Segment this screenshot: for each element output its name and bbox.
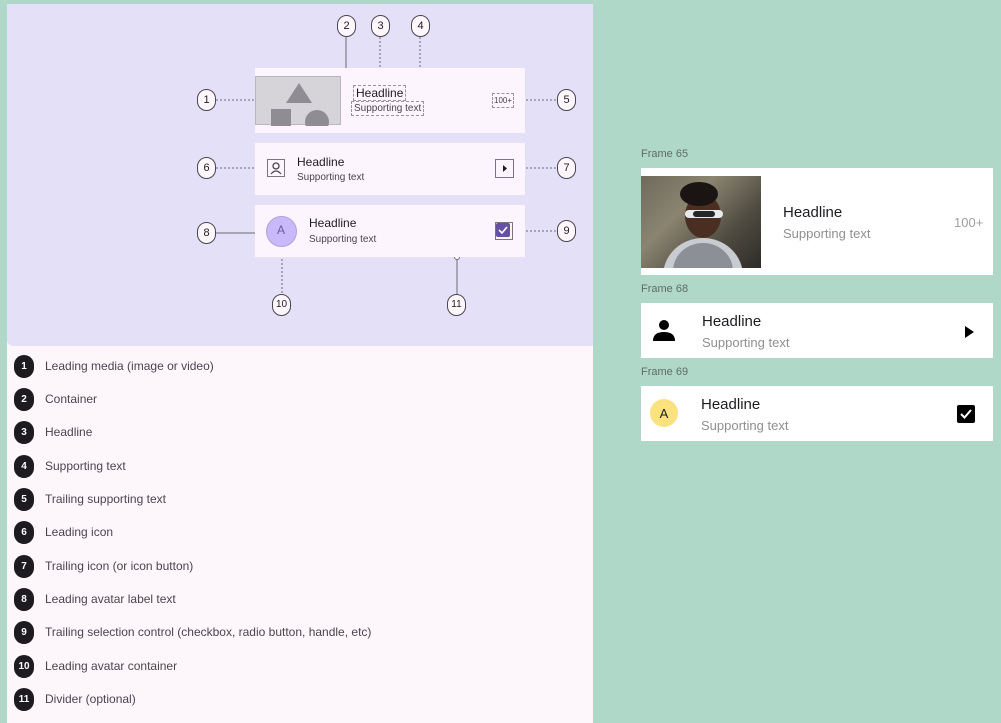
list-headline: Headline [701,396,761,413]
spec-trailing-text: 100+ [492,93,515,108]
legend-item: 9 Trailing selection control (checkbox, r… [14,620,371,644]
legend-label: Trailing supporting text [45,492,166,506]
person-icon [267,159,285,177]
list-headline: Headline [783,204,843,221]
list-item-avatar[interactable]: A Headline Supporting text [641,386,993,441]
legend-number: 1 [14,354,34,378]
avatar-container: A [650,399,678,427]
spec-supporting-text: Supporting text [351,101,425,116]
leading-media-image [641,176,761,268]
legend-number: 2 [14,387,34,411]
spec-list-item-icon: Headline Supporting text [255,143,525,195]
legend-label: Trailing icon (or icon button) [45,559,194,573]
legend-item: 7 Trailing icon (or icon button) [14,554,193,578]
list-item-icon[interactable]: Headline Supporting text [641,303,993,358]
legend-item: 5 Trailing supporting text [14,487,166,511]
person-icon [653,319,675,341]
legend-label: Headline [45,425,93,439]
callout-2: 2 [337,15,356,37]
legend-item: 11 Divider (optional) [14,687,136,711]
spec-supporting-text: Supporting text [309,234,377,245]
legend-number: 5 [14,487,34,511]
portrait-photo [663,182,743,268]
callout-6: 6 [197,157,216,179]
legend-label: Trailing selection control (checkbox, ra… [45,625,372,639]
legend-item: 4 Supporting text [14,454,126,478]
media-shapes-icon [271,83,329,126]
anatomy-diagram: Headline Supporting text 100+ Headline S… [7,4,593,346]
spec-supporting-text: Supporting text [297,172,365,183]
avatar-label: A [277,223,286,237]
legend-number: 3 [14,420,34,444]
legend-number: 8 [14,587,34,611]
legend-item: 8 Leading avatar label text [14,587,176,611]
list-headline: Headline [702,313,762,330]
callout-7: 7 [557,157,576,179]
spec-headline: Headline [353,85,407,101]
legend-item: 6 Leading icon [14,520,113,544]
callout-11: 11 [447,294,466,316]
callout-10: 10 [272,294,291,316]
frame-label: Frame 68 [641,283,689,295]
legend-label: Leading avatar label text [45,592,176,606]
trailing-supporting-text: 100+ [954,215,984,230]
leading-media-placeholder [255,76,341,126]
spec-headline: Headline [309,216,357,230]
legend-label: Divider (optional) [45,692,136,706]
legend-label: Container [45,392,98,406]
spec-list-item-media: Headline Supporting text 100+ [255,68,525,133]
callout-8: 8 [197,222,216,244]
play-arrow-icon[interactable] [965,325,975,338]
callout-9: 9 [557,220,576,242]
legend-number: 10 [14,654,34,678]
list-supporting-text: Supporting text [702,335,790,350]
spec-panel: Headline Supporting text 100+ Headline S… [7,4,593,723]
list-supporting-text: Supporting text [783,226,871,241]
frame-label: Frame 69 [641,366,689,378]
spec-headline: Headline [297,155,345,169]
play-arrow-icon [495,159,514,178]
legend-item: 3 Headline [14,420,92,444]
legend-number: 4 [14,454,34,478]
checkbox-checked-icon [495,222,513,240]
callout-5: 5 [557,89,576,111]
legend-label: Leading icon [45,525,114,539]
legend-label: Leading media (image or video) [45,359,214,373]
spec-list-item-avatar: A Headline Supporting text [255,205,525,257]
legend-label: Leading avatar container [45,659,178,673]
legend-number: 11 [14,687,34,711]
callout-3: 3 [371,15,390,37]
legend-number: 9 [14,620,34,644]
list-supporting-text: Supporting text [701,418,789,433]
checkbox-checked-icon[interactable] [957,405,975,423]
legend-item: 1 Leading media (image or video) [14,354,214,378]
legend-number: 6 [14,520,34,544]
legend-item: 2 Container [14,387,97,411]
callout-1: 1 [197,89,216,111]
avatar-label: A [659,405,669,421]
legend-number: 7 [14,554,34,578]
legend-item: 10 Leading avatar container [14,654,177,678]
frame-label: Frame 65 [641,148,689,160]
legend-label: Supporting text [45,459,126,473]
callout-4: 4 [411,15,430,37]
list-item-media[interactable]: Headline Supporting text 100+ [641,168,993,275]
